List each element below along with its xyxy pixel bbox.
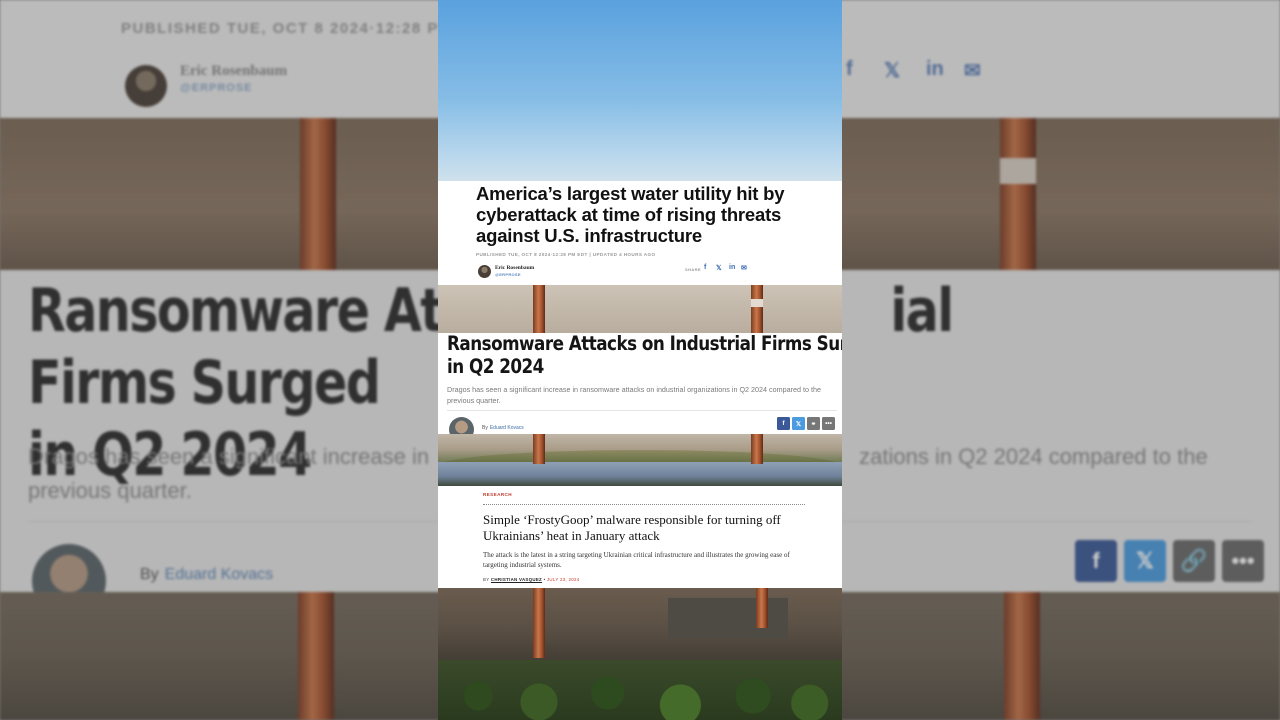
article-card-frostygoop[interactable]: RESEARCH Simple ‘FrostyGoop’ malware res… (438, 486, 842, 588)
smokestack (751, 285, 763, 333)
article-title[interactable]: Ransomware Attacks on Industrial Firms S… (447, 332, 842, 378)
smokestack (533, 434, 545, 464)
article-description: Dragos has seen a significant increase i… (447, 385, 821, 405)
water (438, 462, 842, 486)
article-meta: PUBLISHED TUE, OCT 8 2024·12:28 PM EDT |… (476, 252, 656, 257)
landscape-photo (438, 434, 842, 486)
smokestack (756, 588, 768, 628)
avatar (478, 265, 491, 278)
author-link[interactable]: Eduard Kovacs (490, 425, 524, 431)
author-link[interactable]: CHRISTIAN VASQUEZ (491, 577, 542, 582)
trees (438, 660, 842, 720)
article-card-ransomware[interactable]: Ransomware Attacks on Industrial Firms S… (438, 332, 842, 442)
smokestack (533, 588, 545, 658)
power-plant-photo (438, 588, 842, 720)
more-icon[interactable]: ••• (822, 417, 835, 430)
article-title[interactable]: Simple ‘FrostyGoop’ malware responsible … (483, 512, 813, 544)
x-icon[interactable]: 𝕏 (792, 417, 805, 430)
smokestack-photo (438, 285, 842, 333)
article-description: The attack is the latest in a string tar… (483, 551, 790, 569)
byline: By Eduard Kovacs (482, 425, 524, 431)
article-title[interactable]: America’s largest water utility hit by c… (476, 183, 826, 246)
facebook-icon[interactable]: f (777, 417, 790, 430)
smokestack (751, 434, 763, 464)
mail-icon[interactable]: ✉ (741, 264, 747, 272)
publish-date: JULY 23, 2024 (546, 577, 580, 582)
author-name[interactable]: Eric Rosenbaum (495, 265, 534, 271)
author-handle[interactable]: @ERPROSE (495, 272, 521, 277)
smokestack (533, 285, 545, 333)
article-card-water-utility[interactable]: America’s largest water utility hit by c… (438, 181, 842, 285)
link-icon[interactable]: ⚭ (807, 417, 820, 430)
x-icon[interactable]: 𝕏 (716, 264, 722, 272)
divider (447, 410, 837, 411)
divider (483, 504, 805, 505)
sky-photo (438, 0, 842, 181)
article-collage: America’s largest water utility hit by c… (438, 0, 842, 720)
share-label: SHARE (685, 267, 702, 272)
byline: BY CHRISTIAN VASQUEZ • JULY 23, 2024 (483, 577, 580, 582)
linkedin-icon[interactable]: in (729, 264, 735, 271)
facebook-icon[interactable]: f (704, 264, 706, 271)
category-tag[interactable]: RESEARCH (483, 492, 512, 497)
